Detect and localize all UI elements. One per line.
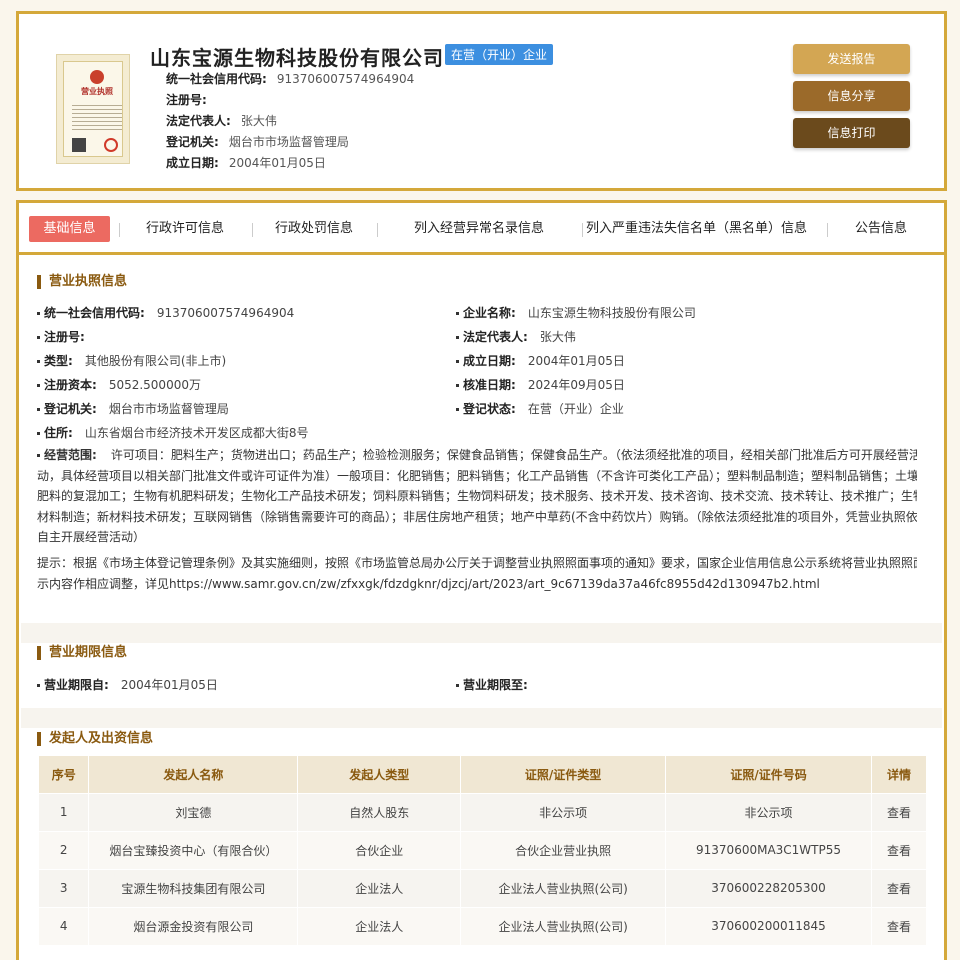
field-founded-date: 成立日期: 2004年01月05日 (456, 352, 625, 369)
company-summary-card: 营业执照 山东宝源生物科技股份有限公司 在营（开业）企业 统一社会信用代码: 91… (16, 11, 947, 191)
view-detail-link[interactable]: 查看 (871, 868, 927, 907)
summary-founded-date: 成立日期: 2004年01月05日 (166, 156, 326, 170)
field-reg-authority: 登记机关: 烟台市市场监督管理局 (37, 400, 229, 417)
seal-icon (104, 138, 118, 152)
business-license-thumbnail[interactable]: 营业执照 (56, 54, 130, 164)
business-scope: 经营范围: 许可项目：肥料生产；货物进出口；药品生产；检验检测服务；保健食品销售；… (37, 448, 917, 544)
send-report-button[interactable]: 发送报告 (793, 44, 910, 74)
col-license-number: 证照/证件号码 (665, 756, 872, 793)
view-detail-link[interactable]: 查看 (871, 906, 927, 945)
col-index: 序号 (39, 756, 90, 793)
view-detail-link[interactable]: 查看 (871, 792, 927, 831)
col-license-type: 证照/证件类型 (460, 756, 667, 793)
field-company-name: 企业名称: 山东宝源生物科技股份有限公司 (456, 304, 696, 321)
table-row: 3 宝源生物科技集团有限公司 企业法人 企业法人营业执照(公司) 3706002… (39, 868, 927, 907)
investor-table: 序号 发起人名称 发起人类型 证照/证件类型 证照/证件号码 详情 1 刘宝德 … (39, 756, 927, 945)
license-title: 营业执照 (81, 87, 113, 96)
field-credit-code: 统一社会信用代码: 913706007574964904 (37, 304, 294, 321)
tab-bar: 基础信息 行政许可信息 行政处罚信息 列入经营异常名录信息 列入严重违法失信名单… (19, 203, 944, 255)
col-investor-type: 发起人类型 (297, 756, 462, 793)
field-reg-capital: 注册资本: 5052.500000万 (37, 376, 201, 393)
field-period-from: 营业期限自: 2004年01月05日 (37, 676, 218, 693)
share-button[interactable]: 信息分享 (793, 81, 910, 111)
qr-code-icon (72, 138, 86, 152)
tab-admin-penalties[interactable]: 行政处罚信息 (264, 216, 364, 242)
summary-credit-code: 统一社会信用代码: 913706007574964904 (166, 72, 415, 86)
col-investor-name: 发起人名称 (88, 756, 299, 793)
col-detail: 详情 (871, 756, 927, 793)
field-reg-number: 注册号: (37, 328, 97, 345)
field-reg-status: 登记状态: 在营（开业）企业 (456, 400, 624, 417)
tab-basic-info[interactable]: 基础信息 (29, 216, 110, 242)
table-row: 2 烟台宝臻投资中心（有限合伙） 合伙企业 合伙企业营业执照 91370600M… (39, 830, 927, 869)
summary-reg-number: 注册号: (166, 93, 207, 107)
field-approval-date: 核准日期: 2024年09月05日 (456, 376, 625, 393)
print-button[interactable]: 信息打印 (793, 118, 910, 148)
tab-announcements[interactable]: 公告信息 (841, 216, 921, 242)
table-row: 4 烟台源金投资有限公司 企业法人 企业法人营业执照(公司) 370600200… (39, 906, 927, 945)
license-section-title: 营业执照信息 (37, 275, 127, 289)
notice-text: 提示：根据《市场主体登记管理条例》及其实施细则，按照《市场监管总局办公厅关于调整… (37, 556, 917, 591)
period-section-title: 营业期限信息 (37, 646, 127, 660)
details-card: 基础信息 行政许可信息 行政处罚信息 列入经营异常名录信息 列入严重违法失信名单… (16, 200, 947, 960)
status-badge: 在营（开业）企业 (445, 44, 554, 65)
field-address: 住所: 山东省烟台市经济技术开发区成都大街8号 (37, 424, 308, 441)
tab-admin-permits[interactable]: 行政许可信息 (131, 216, 239, 242)
field-type: 类型: 其他股份有限公司(非上市) (37, 352, 226, 369)
tab-blacklist[interactable]: 列入严重违法失信名单（黑名单）信息 (579, 216, 814, 242)
tab-abnormal-list[interactable]: 列入经营异常名录信息 (389, 216, 569, 242)
field-legal-rep: 法定代表人: 张大伟 (456, 328, 576, 345)
view-detail-link[interactable]: 查看 (871, 830, 927, 869)
table-row: 1 刘宝德 自然人股东 非公示项 非公示项 查看 (39, 792, 927, 831)
summary-reg-authority: 登记机关: 烟台市市场监督管理局 (166, 135, 349, 149)
field-period-to: 营业期限至: (456, 676, 540, 693)
investor-section-title: 发起人及出资信息 (37, 732, 153, 746)
national-emblem-icon (90, 70, 104, 84)
table-header-row: 序号 发起人名称 发起人类型 证照/证件类型 证照/证件号码 详情 (39, 756, 927, 793)
summary-legal-rep: 法定代表人: 张大伟 (166, 114, 277, 128)
company-name: 山东宝源生物科技股份有限公司 (150, 46, 444, 70)
